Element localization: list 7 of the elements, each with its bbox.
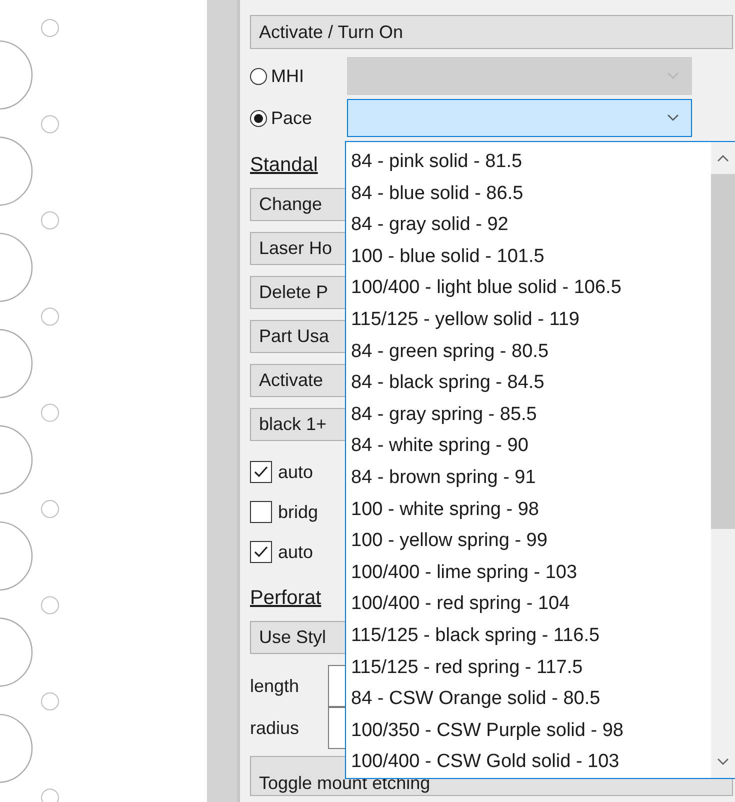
checkbox-label: auto: [278, 462, 314, 482]
checkbox-label: auto: [278, 542, 314, 562]
section-heading: Perforat: [250, 586, 322, 610]
field-label: length: [250, 676, 300, 696]
field-label: radius: [250, 718, 300, 738]
section-heading: Standal: [250, 153, 318, 177]
checkbox-label: bridg: [278, 502, 318, 522]
